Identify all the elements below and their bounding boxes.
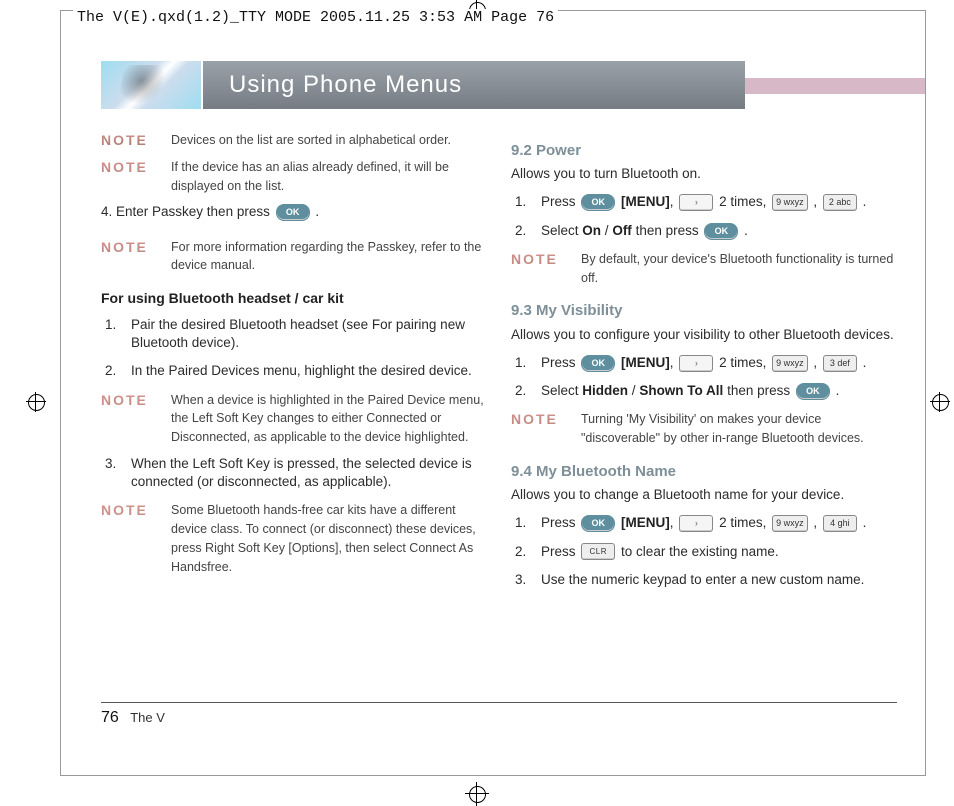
page-frame: The V(E).qxd(1.2)_TTY MODE 2005.11.25 3:… xyxy=(60,10,926,776)
section-intro: Allows you to turn Bluetooth on. xyxy=(511,165,897,183)
book-name: The V xyxy=(130,710,165,725)
crop-mark-bottom xyxy=(465,782,489,806)
key-9-icon: 9 wxyz xyxy=(772,515,808,532)
section-heading: 9.4 My Bluetooth Name xyxy=(511,462,897,482)
numbered-step: 1. Press OK [MENU], 2 times, 9 wxyz , 4 … xyxy=(511,514,897,532)
ok-key-icon: OK xyxy=(581,194,615,211)
chapter-header: Using Phone Menus xyxy=(101,61,925,109)
key-9-icon: 9 wxyz xyxy=(772,194,808,211)
ok-key-icon: OK xyxy=(796,383,830,400)
crop-mark-right xyxy=(930,392,950,412)
header-photo xyxy=(101,61,203,109)
ok-key-icon: OK xyxy=(581,515,615,532)
note-text: If the device has an alias already defin… xyxy=(171,158,487,196)
numbered-step: 2. Select On / Off then press OK . xyxy=(511,222,897,240)
note-text: Some Bluetooth hands-free car kits have … xyxy=(171,501,487,576)
ok-key-icon: OK xyxy=(276,204,310,221)
note-block: NOTE Devices on the list are sorted in a… xyxy=(101,131,487,150)
note-block: NOTE Some Bluetooth hands-free car kits … xyxy=(101,501,487,576)
nav-right-key-icon xyxy=(679,515,713,532)
page-footer: 76 The V xyxy=(101,709,165,727)
key-4-icon: 4 ghi xyxy=(823,515,857,532)
nav-right-key-icon xyxy=(679,194,713,211)
footer-rule xyxy=(101,702,897,703)
numbered-step: 3. Use the numeric keypad to enter a new… xyxy=(511,571,897,589)
note-text: By default, your device's Bluetooth func… xyxy=(581,250,897,288)
numbered-step: 1. Pair the desired Bluetooth headset (s… xyxy=(101,316,487,352)
ok-key-icon: OK xyxy=(704,223,738,240)
section-intro: Allows you to configure your visibility … xyxy=(511,326,897,344)
left-column: NOTE Devices on the list are sorted in a… xyxy=(101,127,487,685)
key-9-icon: 9 wxyz xyxy=(772,355,808,372)
note-text: Devices on the list are sorted in alphab… xyxy=(171,131,451,150)
note-text: Turning 'My Visibility' on makes your de… xyxy=(581,410,897,448)
header-accent-bar xyxy=(745,78,925,94)
ok-key-icon: OK xyxy=(581,355,615,372)
sub-heading: For using Bluetooth headset / car kit xyxy=(101,289,487,308)
page-number: 76 xyxy=(101,709,119,726)
section-heading: 9.3 My Visibility xyxy=(511,301,897,321)
note-label: NOTE xyxy=(101,131,159,150)
note-block: NOTE When a device is highlighted in the… xyxy=(101,391,487,447)
right-column: 9.2 Power Allows you to turn Bluetooth o… xyxy=(511,127,897,685)
crop-mark-left xyxy=(26,392,46,412)
note-block: NOTE If the device has an alias already … xyxy=(101,158,487,196)
key-2-icon: 2 abc xyxy=(823,194,857,211)
note-block: NOTE Turning 'My Visibility' on makes yo… xyxy=(511,410,897,448)
numbered-step: 3. When the Left Soft Key is pressed, th… xyxy=(101,455,487,491)
step-line: 4. Enter Passkey then press OK . xyxy=(101,203,487,221)
section-heading: 9.2 Power xyxy=(511,141,897,161)
note-label: NOTE xyxy=(511,410,569,448)
note-text: When a device is highlighted in the Pair… xyxy=(171,391,487,447)
numbered-step: 1. Press OK [MENU], 2 times, 9 wxyz , 3 … xyxy=(511,354,897,372)
numbered-step: 1. Press OK [MENU], 2 times, 9 wxyz , 2 … xyxy=(511,193,897,211)
chapter-title: Using Phone Menus xyxy=(203,61,745,109)
numbered-step: 2. In the Paired Devices menu, highlight… xyxy=(101,362,487,380)
note-label: NOTE xyxy=(101,501,159,576)
clr-key-icon: CLR xyxy=(581,543,615,560)
crop-info-line: The V(E).qxd(1.2)_TTY MODE 2005.11.25 3:… xyxy=(73,9,558,26)
note-text: For more information regarding the Passk… xyxy=(171,238,487,276)
nav-right-key-icon xyxy=(679,355,713,372)
note-label: NOTE xyxy=(101,238,159,276)
body-columns: NOTE Devices on the list are sorted in a… xyxy=(101,127,897,685)
note-block: NOTE By default, your device's Bluetooth… xyxy=(511,250,897,288)
numbered-step: 2. Press CLR to clear the existing name. xyxy=(511,543,897,561)
note-label: NOTE xyxy=(101,158,159,196)
section-intro: Allows you to change a Bluetooth name fo… xyxy=(511,486,897,504)
note-label: NOTE xyxy=(511,250,569,288)
note-label: NOTE xyxy=(101,391,159,447)
numbered-step: 2. Select Hidden / Shown To All then pre… xyxy=(511,382,897,400)
key-3-icon: 3 def xyxy=(823,355,857,372)
note-block: NOTE For more information regarding the … xyxy=(101,238,487,276)
